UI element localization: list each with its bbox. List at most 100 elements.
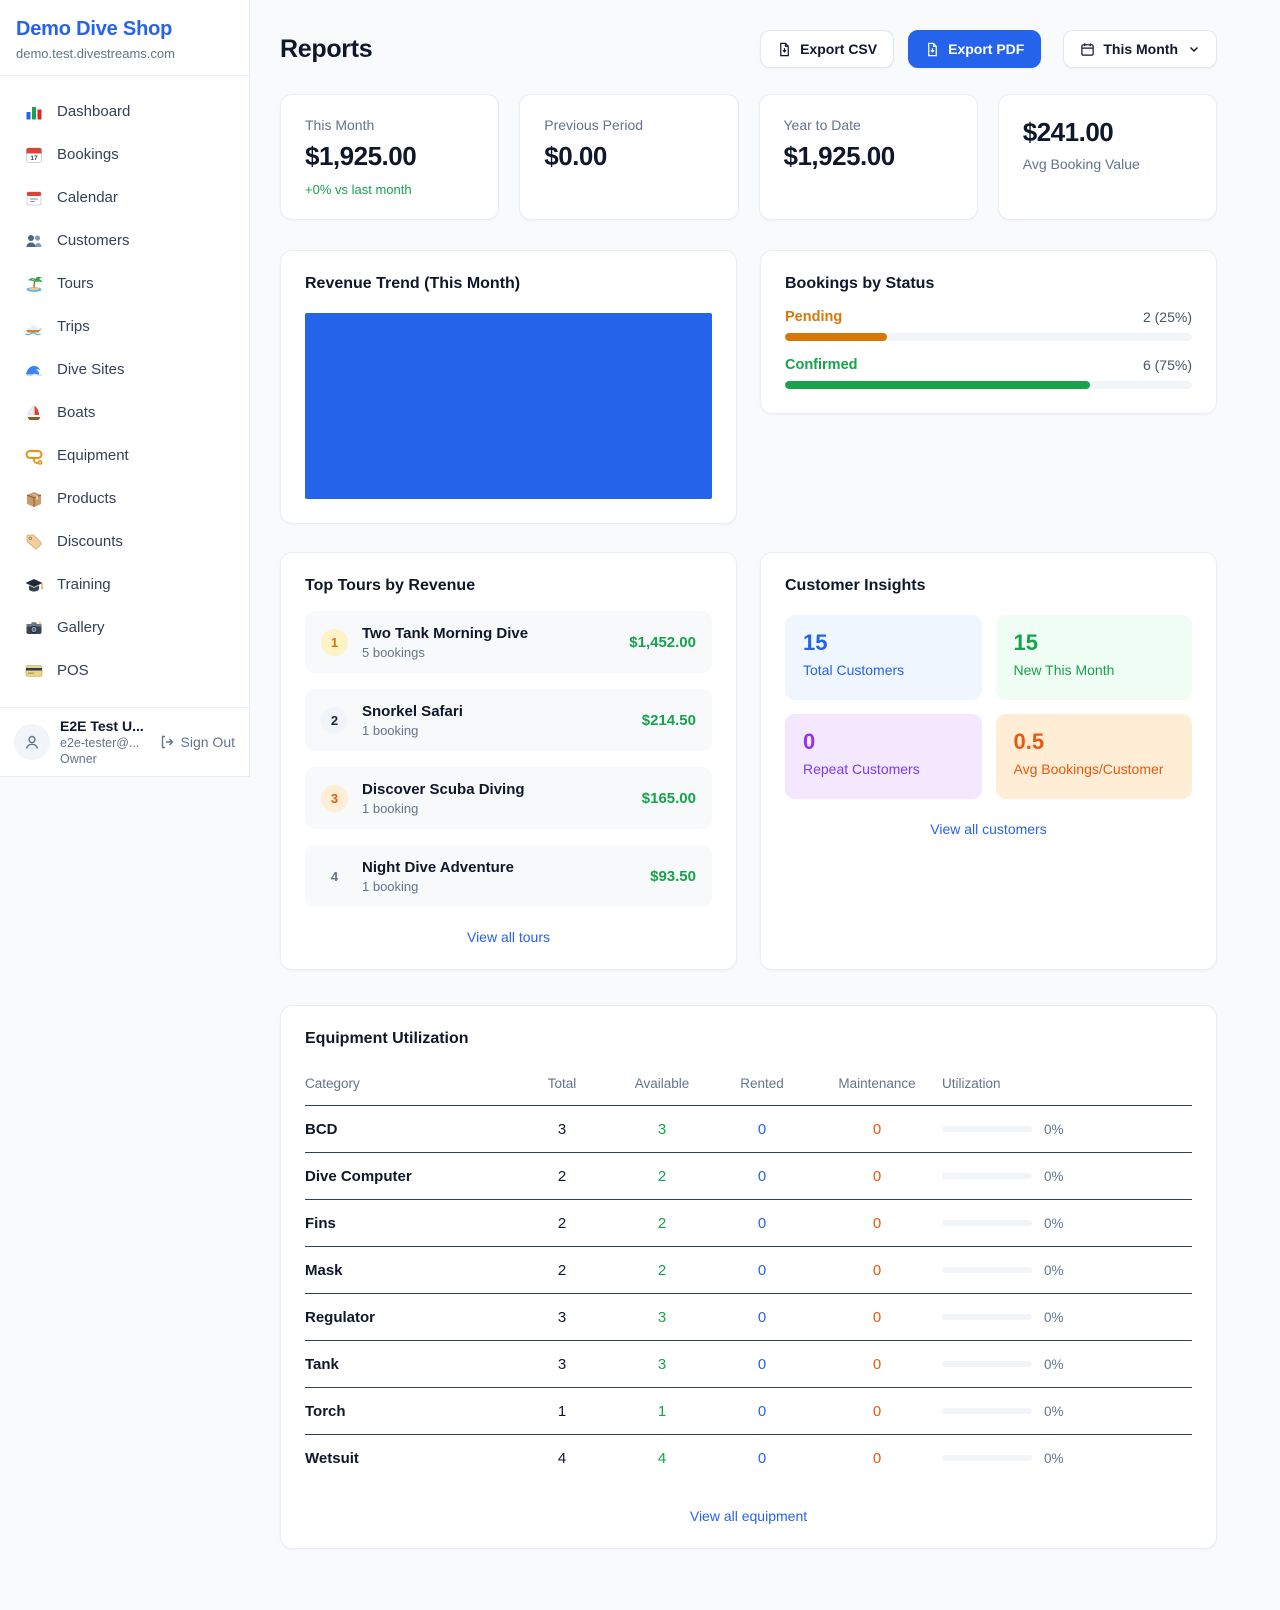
list-item: 4 Night Dive Adventure 1 booking $93.50 (305, 845, 712, 907)
sidebar-item-label: Dashboard (57, 103, 130, 120)
table-row: Fins22000% (305, 1200, 1192, 1247)
discounts-icon (24, 532, 44, 552)
column-header-utilization: Utilization (942, 1068, 1192, 1106)
cell-maintenance: 0 (812, 1294, 942, 1341)
cell-available: 2 (612, 1200, 712, 1247)
view-all-customers-link[interactable]: View all customers (785, 821, 1192, 837)
tour-revenue: $1,452.00 (629, 634, 696, 651)
dashboard-icon (24, 102, 44, 122)
cell-utilization: 0% (942, 1153, 1192, 1200)
cell-maintenance: 0 (812, 1388, 942, 1435)
cell-category: Regulator (305, 1294, 512, 1341)
sidebar-item-pos[interactable]: POS (8, 649, 241, 692)
calendar-icon (1080, 42, 1095, 57)
sidebar-item-dive-sites[interactable]: Dive Sites (8, 348, 241, 391)
revenue-trend-card: Revenue Trend (This Month) (280, 250, 737, 524)
cell-maintenance: 0 (812, 1247, 942, 1294)
stat-label: Avg Booking Value (1023, 156, 1192, 172)
utilization-percent: 0% (1044, 1404, 1064, 1419)
status-bar-track (785, 381, 1192, 389)
sidebar-item-label: Training (57, 576, 111, 593)
sidebar-item-customers[interactable]: Customers (8, 219, 241, 262)
view-all-equipment-link[interactable]: View all equipment (305, 1508, 1192, 1524)
chevron-down-icon (1188, 43, 1200, 55)
status-bar-fill (785, 333, 887, 341)
cell-total: 2 (512, 1153, 612, 1200)
sign-out-button[interactable]: Sign Out (159, 734, 235, 750)
avatar (14, 724, 50, 760)
tour-bookings: 1 booking (362, 879, 514, 894)
customer-insights-card: Customer Insights 15 Total Customers 15 … (760, 552, 1217, 970)
sidebar-item-label: Discounts (57, 533, 123, 550)
rank-badge: 3 (321, 785, 348, 812)
sidebar-item-discounts[interactable]: Discounts (8, 520, 241, 563)
boats-icon (24, 403, 44, 423)
page-title: Reports (280, 35, 372, 64)
export-pdf-button[interactable]: Export PDF (908, 30, 1041, 68)
top-tours-title: Top Tours by Revenue (305, 577, 712, 595)
rank-badge: 1 (321, 629, 348, 656)
view-all-tours-link[interactable]: View all tours (305, 929, 712, 945)
sidebar-item-boats[interactable]: Boats (8, 391, 241, 434)
sidebar-item-training[interactable]: Training (8, 563, 241, 606)
list-item: 1 Two Tank Morning Dive 5 bookings $1,45… (305, 611, 712, 673)
insight-label: Repeat Customers (803, 761, 964, 777)
revenue-trend-chart (305, 313, 712, 499)
tour-name: Snorkel Safari (362, 703, 463, 720)
tour-bookings: 1 booking (362, 801, 525, 816)
cell-utilization: 0% (942, 1388, 1192, 1435)
bookings-icon: 17 (24, 145, 44, 165)
main-content: Reports Export CSV Export PDF This Month… (250, 0, 1280, 1589)
sidebar-item-label: Customers (57, 232, 130, 249)
status-count: 6 (75%) (1143, 357, 1192, 373)
column-header-total: Total (512, 1068, 612, 1106)
status-count: 2 (25%) (1143, 309, 1192, 325)
insight-value: 0.5 (1014, 729, 1175, 755)
status-bar-track (785, 333, 1192, 341)
sidebar-item-calendar[interactable]: Calendar (8, 176, 241, 219)
utilization-percent: 0% (1044, 1216, 1064, 1231)
sidebar: Demo Dive Shop demo.test.divestreams.com… (0, 0, 250, 777)
list-item: 2 Snorkel Safari 1 booking $214.50 (305, 689, 712, 751)
cell-available: 3 (612, 1294, 712, 1341)
sidebar-item-equipment[interactable]: Equipment (8, 434, 241, 477)
insights-row: Top Tours by Revenue 1 Two Tank Morning … (280, 552, 1217, 970)
utilization-percent: 0% (1044, 1263, 1064, 1278)
cell-available: 2 (612, 1247, 712, 1294)
insight-tile-new-this-month: 15 New This Month (996, 615, 1193, 700)
cell-rented: 0 (712, 1200, 812, 1247)
period-dropdown[interactable]: This Month (1063, 30, 1217, 68)
column-header-rented: Rented (712, 1068, 812, 1106)
training-icon (24, 575, 44, 595)
stat-card-previous-period: Previous Period $0.00 (519, 94, 738, 220)
insight-tile-total-customers: 15 Total Customers (785, 615, 982, 700)
sidebar-item-label: Tours (57, 275, 94, 292)
cell-maintenance: 0 (812, 1341, 942, 1388)
insight-label: Total Customers (803, 662, 964, 678)
sidebar-item-bookings[interactable]: 17 Bookings (8, 133, 241, 176)
table-row: Wetsuit44000% (305, 1435, 1192, 1482)
cell-total: 1 (512, 1388, 612, 1435)
utilization-percent: 0% (1044, 1310, 1064, 1325)
charts-row: Revenue Trend (This Month) Bookings by S… (280, 250, 1217, 524)
cell-maintenance: 0 (812, 1106, 942, 1153)
file-download-icon (925, 42, 940, 57)
cell-utilization: 0% (942, 1341, 1192, 1388)
cell-rented: 0 (712, 1247, 812, 1294)
logout-icon (159, 734, 175, 750)
sidebar-item-trips[interactable]: Trips (8, 305, 241, 348)
tour-name: Two Tank Morning Dive (362, 625, 528, 642)
export-csv-button[interactable]: Export CSV (760, 30, 894, 68)
cell-maintenance: 0 (812, 1435, 942, 1482)
equipment-table: Category Total Available Rented Maintena… (305, 1068, 1192, 1482)
sidebar-item-dashboard[interactable]: Dashboard (8, 90, 241, 133)
calendar-icon (24, 188, 44, 208)
utilization-bar-track (942, 1267, 1032, 1273)
sidebar-item-gallery[interactable]: Gallery (8, 606, 241, 649)
stat-value: $241.00 (1023, 117, 1192, 148)
sidebar-item-products[interactable]: Products (8, 477, 241, 520)
insight-value: 15 (803, 630, 964, 656)
equipment-utilization-card: Equipment Utilization Category Total Ava… (280, 1005, 1217, 1549)
customer-insights-title: Customer Insights (785, 577, 1192, 595)
sidebar-item-tours[interactable]: Tours (8, 262, 241, 305)
